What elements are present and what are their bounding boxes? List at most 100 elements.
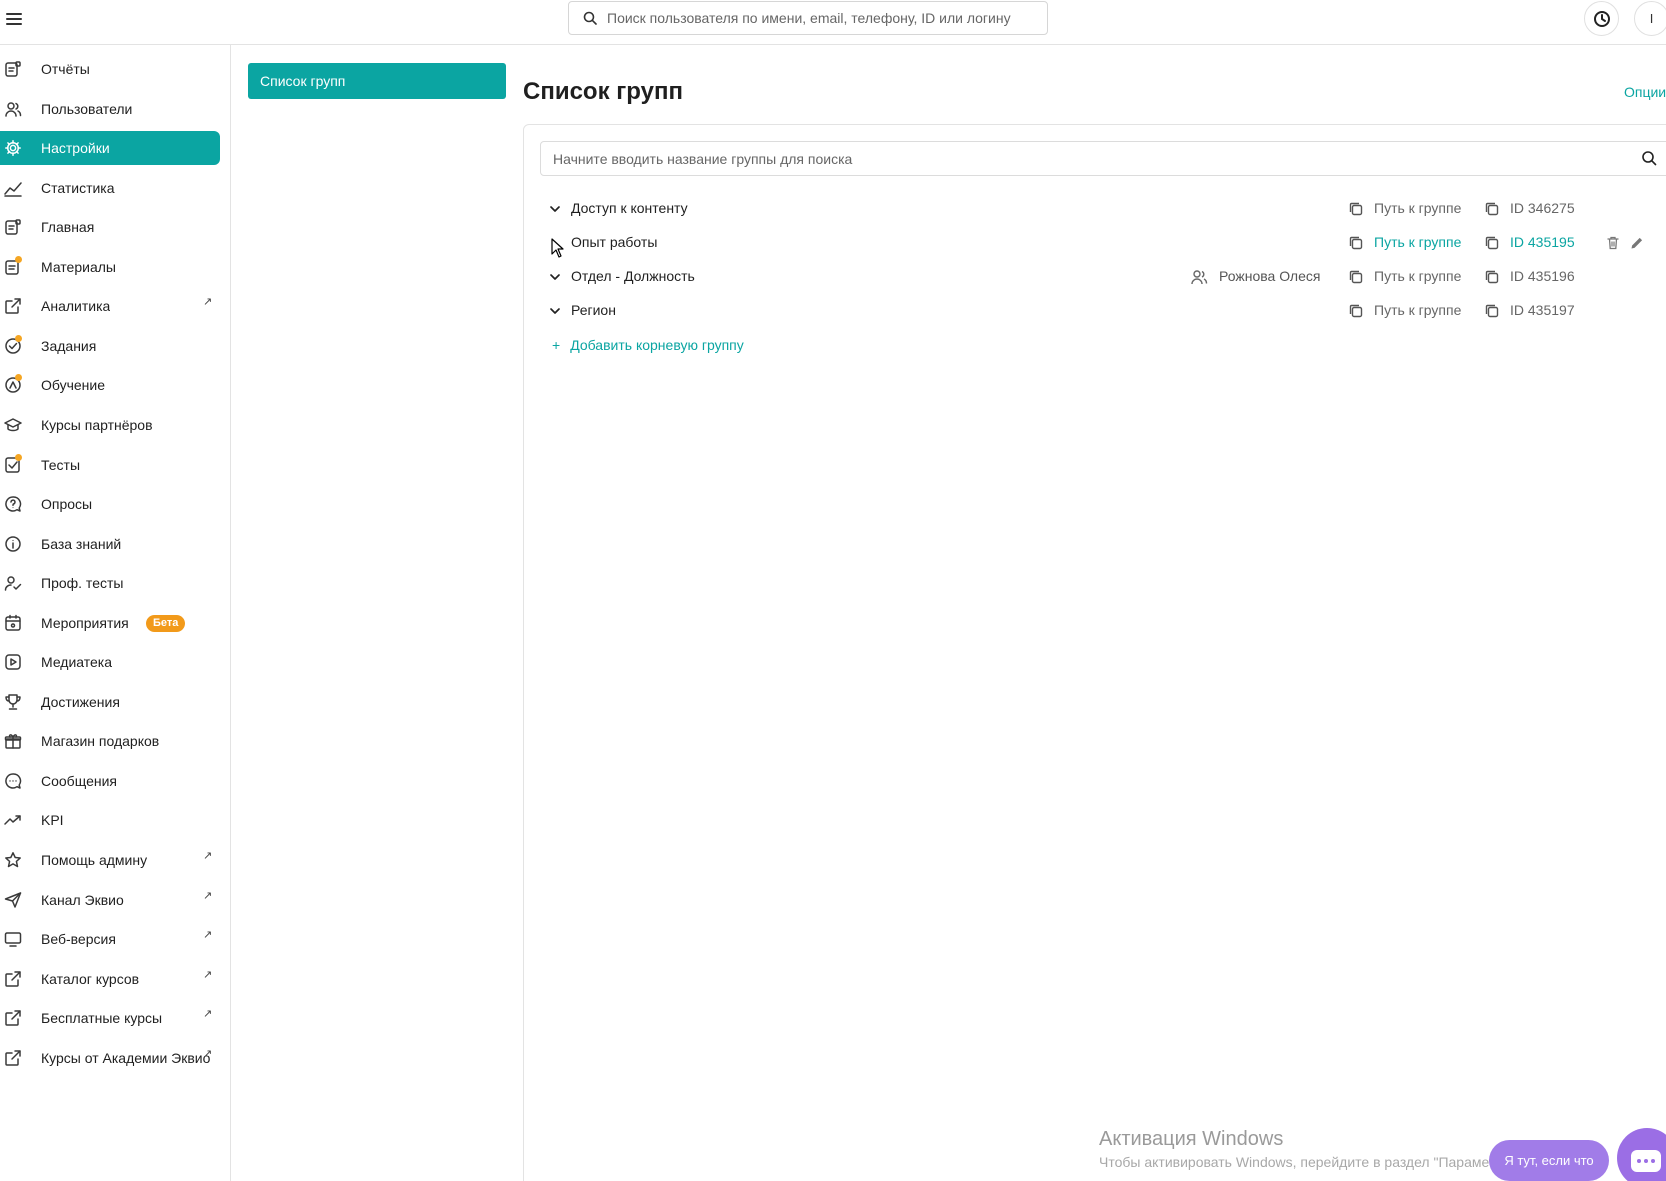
copy-group-path[interactable]: Путь к группе xyxy=(1374,200,1461,216)
group-name[interactable]: Доступ к контенту xyxy=(571,200,688,216)
trophy-icon xyxy=(4,693,22,711)
sidebar-item-8[interactable]: Обучение xyxy=(0,368,220,402)
group-row[interactable]: Отдел - Должность Рожнова Олеся Путь к гру… xyxy=(540,262,1666,292)
user-search-box[interactable] xyxy=(568,1,1048,35)
search-icon[interactable] xyxy=(1641,150,1657,166)
copy-icon[interactable] xyxy=(1348,201,1364,222)
copy-group-path[interactable]: Путь к группе xyxy=(1374,234,1461,250)
menu-burger-icon[interactable] xyxy=(5,10,25,30)
sidebar-item-label: Курсы от Академии Эквио xyxy=(41,1049,211,1066)
copy-group-id[interactable]: ID 435196 xyxy=(1510,268,1575,284)
gift-icon xyxy=(4,732,22,750)
report-icon xyxy=(4,60,22,78)
page-title: Список групп xyxy=(523,78,683,105)
monitor-icon xyxy=(4,930,22,948)
group-row[interactable]: Регион Путь к группе ID 435197 xyxy=(540,296,1666,326)
chevron-down-icon[interactable] xyxy=(548,270,562,284)
add-root-group-button[interactable]: + Добавить корневую группу xyxy=(552,337,744,353)
sidebar-item-25[interactable]: Курсы от Академии Эквио ↗ xyxy=(0,1041,220,1075)
user-search-input[interactable] xyxy=(607,10,1027,26)
sidebar-item-label: Магазин подарков xyxy=(41,733,160,750)
copy-group-id[interactable]: ID 435197 xyxy=(1510,302,1575,318)
copy-group-path[interactable]: Путь к группе xyxy=(1374,302,1461,318)
group-name[interactable]: Регион xyxy=(571,302,616,318)
copy-icon[interactable] xyxy=(1348,269,1364,290)
sidebar-item-label: Настройки xyxy=(41,140,110,157)
external-arrow-icon: ↗ xyxy=(203,929,213,942)
sidebar-item-14[interactable]: Мероприятия Бета xyxy=(0,606,220,640)
sidebar-item-21[interactable]: Канал Эквио ↗ xyxy=(0,883,220,917)
sidebar-item-4[interactable]: Главная xyxy=(0,210,220,244)
sidebar-item-22[interactable]: Веб-версия ↗ xyxy=(0,922,220,956)
sidebar-item-13[interactable]: Проф. тесты xyxy=(0,566,220,600)
history-button[interactable] xyxy=(1584,1,1619,36)
sidebar-item-19[interactable]: KPI xyxy=(0,803,220,837)
trash-icon[interactable] xyxy=(1605,235,1621,256)
sidebar-item-18[interactable]: Сообщения xyxy=(0,764,220,798)
pencil-icon[interactable] xyxy=(1629,235,1645,256)
sidebar-item-2[interactable]: Настройки xyxy=(0,131,220,166)
external-link-icon xyxy=(4,1049,22,1067)
user-check-icon xyxy=(4,574,22,592)
chat-help-pill[interactable]: Я тут, если что xyxy=(1489,1140,1609,1181)
sidebar-item-17[interactable]: Магазин подарков xyxy=(0,724,220,758)
group-name[interactable]: Отдел - Должность xyxy=(571,268,695,284)
copy-icon[interactable] xyxy=(1484,303,1500,324)
sidebar-item-12[interactable]: База знаний xyxy=(0,527,220,561)
sidebar-item-6[interactable]: Аналитика ↗ xyxy=(0,289,220,323)
sidebar-item-label: Опросы xyxy=(41,496,93,513)
sidebar-item-7[interactable]: Задания xyxy=(0,329,220,363)
sidebar-item-5[interactable]: Материалы xyxy=(0,250,220,284)
copy-group-path[interactable]: Путь к группе xyxy=(1374,268,1461,284)
sidebar-item-24[interactable]: Бесплатные курсы ↗ xyxy=(0,1001,220,1035)
copy-icon[interactable] xyxy=(1484,201,1500,222)
sidebar-item-23[interactable]: Каталог курсов ↗ xyxy=(0,962,220,996)
notification-dot xyxy=(15,255,22,263)
sidebar-item-0[interactable]: Отчёты xyxy=(0,52,220,86)
search-icon xyxy=(583,11,597,25)
sidebar-item-11[interactable]: Опросы xyxy=(0,487,220,521)
sidebar-item-20[interactable]: Помощь админу ↗ xyxy=(0,843,220,877)
subnav-item-group-list[interactable]: Список групп xyxy=(248,63,506,99)
top-bar: I xyxy=(0,0,1666,45)
sidebar-item-label: Статистика xyxy=(41,179,115,196)
sidebar-item-label: Достижения xyxy=(41,693,120,710)
copy-icon[interactable] xyxy=(1348,303,1364,324)
profile-avatar[interactable]: I xyxy=(1634,1,1666,36)
options-link[interactable]: Опции xyxy=(1624,84,1666,100)
send-icon xyxy=(4,891,22,909)
sidebar-item-label: Курсы партнёров xyxy=(41,416,153,433)
copy-icon[interactable] xyxy=(1348,235,1364,256)
home-doc-icon xyxy=(4,218,22,236)
plus-icon: + xyxy=(552,337,561,353)
sidebar-item-15[interactable]: Медиатека xyxy=(0,645,220,679)
sidebar-item-label: Главная xyxy=(41,219,95,236)
group-row[interactable]: Доступ к контенту Путь к группе ID 346275 xyxy=(540,194,1666,224)
sidebar-item-3[interactable]: Статистика xyxy=(0,171,220,205)
sidebar-item-label: Тесты xyxy=(41,456,81,473)
group-search-box[interactable] xyxy=(540,141,1666,176)
group-row[interactable]: Опыт работы Путь к группе ID 435195 xyxy=(540,228,1666,258)
group-search-input[interactable] xyxy=(553,150,1633,167)
gear-icon xyxy=(4,139,22,157)
sidebar-item-label: Бесплатные курсы xyxy=(41,1010,163,1027)
sidebar-item-label: Медиатека xyxy=(41,654,113,671)
copy-icon[interactable] xyxy=(1484,269,1500,290)
sidebar-item-16[interactable]: Достижения xyxy=(0,685,220,719)
chevron-down-icon[interactable] xyxy=(548,304,562,318)
sidebar-item-label: Каталог курсов xyxy=(41,970,140,987)
graduation-cap-icon xyxy=(4,416,22,434)
sidebar-item-label: Проф. тесты xyxy=(41,575,124,592)
sidebar-item-10[interactable]: Тесты xyxy=(0,448,220,482)
sidebar-item-9[interactable]: Курсы партнёров xyxy=(0,408,220,442)
sidebar-item-label: Веб-версия xyxy=(41,931,116,948)
play-icon xyxy=(4,653,22,671)
copy-group-id[interactable]: ID 435195 xyxy=(1510,234,1575,250)
group-name[interactable]: Опыт работы xyxy=(571,234,657,250)
copy-icon[interactable] xyxy=(1484,235,1500,256)
copy-group-id[interactable]: ID 346275 xyxy=(1510,200,1575,216)
sidebar-item-label: Отчёты xyxy=(41,61,90,77)
info-icon xyxy=(4,535,22,553)
sidebar-item-1[interactable]: Пользователи xyxy=(0,92,220,126)
chevron-down-icon[interactable] xyxy=(548,202,562,216)
